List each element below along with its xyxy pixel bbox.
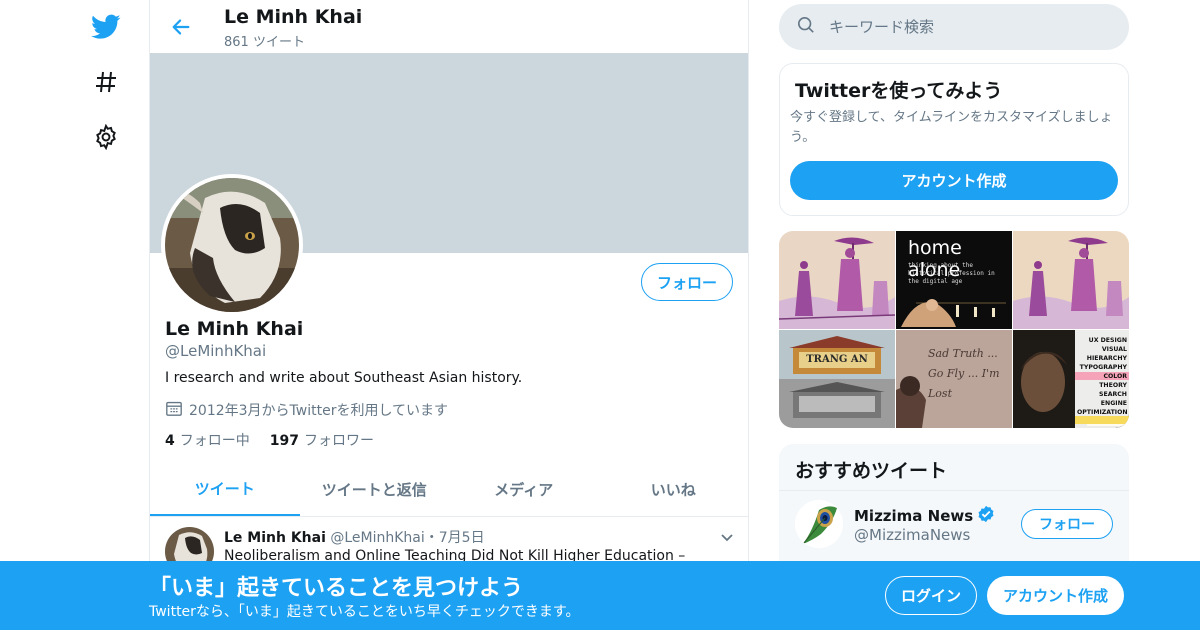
followers-count: 197: [269, 433, 299, 449]
recommended-account-name[interactable]: Mizzima News: [854, 505, 995, 527]
ux-line: OPTIMIZATION: [1077, 409, 1128, 416]
signup-button[interactable]: アカウント作成: [987, 576, 1124, 615]
following-stat[interactable]: 4 フォロー中: [165, 430, 250, 450]
create-account-button[interactable]: アカウント作成: [790, 161, 1118, 200]
ux-line: COLOR: [1103, 373, 1127, 380]
header-profile-name: Le Minh Khai: [224, 6, 363, 28]
recommended-follow-button[interactable]: フォロー: [1021, 509, 1113, 539]
follow-button[interactable]: フォロー: [641, 263, 733, 301]
profile-handle: @LeMinhKhai: [165, 342, 267, 360]
media-tile-illustration-2[interactable]: [1013, 231, 1129, 329]
search-icon: [797, 16, 815, 38]
search-box[interactable]: [779, 4, 1129, 50]
sand-writing-text: Sad Truth ... Go Fly ... I'm Lost: [928, 347, 1000, 400]
profile-joined: 2012年3月からTwitterを利用しています: [165, 399, 448, 421]
ux-line: VISUAL: [1101, 346, 1127, 353]
tweet-author-name[interactable]: Le Minh Khai: [224, 530, 326, 546]
verified-badge-icon: [977, 505, 995, 527]
media-tile-ux-design[interactable]: UX DESIGN VISUAL HIERARCHY TYPOGRAPHY CO…: [1013, 330, 1129, 428]
left-nav: [0, 0, 150, 630]
bottom-bar-title: 「いま」起きていることを見つけよう: [149, 576, 524, 601]
bottom-signup-bar: 「いま」起きていることを見つけよう Twitterなら、「いま」起きていることを…: [0, 561, 1200, 630]
ux-line: THEORY: [1099, 382, 1127, 389]
profile-stats: 4 フォロー中 197 フォロワー: [165, 430, 374, 450]
tab-media[interactable]: メディア: [449, 462, 599, 516]
ux-line: UX DESIGN: [1088, 337, 1127, 344]
profile-header-bar: Le Minh Khai 861 ツイート: [150, 0, 748, 53]
login-button[interactable]: ログイン: [885, 576, 977, 615]
gear-icon[interactable]: [86, 117, 126, 157]
profile-name: Le Minh Khai: [165, 318, 304, 340]
media-tile-illustration-1[interactable]: [779, 231, 895, 329]
media-tile-sand-writing[interactable]: Sad Truth ... Go Fly ... I'm Lost: [896, 330, 1012, 428]
following-count: 4: [165, 433, 175, 449]
media-grid: home alone thinking about the historical…: [779, 231, 1129, 428]
promo-text: 今すぐ登録して、タイムラインをカスタマイズしましょう。: [790, 110, 1113, 145]
ux-line: TYPOGRAPHY: [1079, 364, 1127, 371]
calendar-icon: [165, 399, 183, 421]
twitter-bird-icon[interactable]: [86, 7, 126, 47]
following-label: フォロー中: [179, 433, 250, 449]
tab-likes[interactable]: いいね: [599, 462, 749, 516]
promo-title: Twitterを使ってみよう: [795, 80, 1003, 102]
tweet-date[interactable]: 7月5日: [439, 530, 485, 546]
tab-tweets[interactable]: ツイート: [150, 462, 300, 516]
search-input[interactable]: [829, 18, 1109, 36]
mizzima-avatar[interactable]: [795, 500, 843, 548]
tweet-author-handle: @LeMinhKhai: [330, 530, 425, 546]
media-tile-trang-an[interactable]: TRANG AN: [779, 330, 895, 428]
header-tweet-count: 861 ツイート: [224, 35, 305, 50]
recommended-name-text: Mizzima News: [854, 507, 974, 525]
divider: [779, 490, 1129, 491]
followers-stat[interactable]: 197 フォロワー: [270, 430, 374, 450]
chevron-down-icon[interactable]: [716, 526, 738, 548]
ux-line: HIERARCHY: [1086, 355, 1127, 362]
media-tile-home-alone[interactable]: home alone thinking about the historical…: [896, 231, 1012, 329]
profile-avatar[interactable]: [161, 174, 303, 316]
recommended-title: おすすめツイート: [795, 460, 948, 482]
recommended-account-handle: @MizzimaNews: [854, 526, 971, 544]
hashtag-icon[interactable]: [86, 62, 126, 102]
followers-label: フォロワー: [303, 433, 374, 449]
ux-line: ENGINE: [1100, 400, 1127, 407]
profile-tabs: ツイート ツイートと返信 メディア いいね: [150, 462, 748, 517]
ux-line: SEARCH: [1099, 391, 1127, 398]
back-arrow-icon[interactable]: [166, 12, 196, 42]
joined-date-text: 2012年3月からTwitterを利用しています: [189, 403, 449, 419]
tweet-separator: ・: [424, 530, 439, 546]
trang-an-label: TRANG AN: [806, 354, 868, 365]
signup-promo-card: Twitterを使ってみよう 今すぐ登録して、タイムラインをカスタマイズしましょ…: [779, 63, 1129, 216]
tab-tweets-and-replies[interactable]: ツイートと返信: [300, 462, 450, 516]
profile-column: Le Minh Khai 861 ツイート フォロー Le Minh Khai …: [149, 0, 749, 630]
tweet-header: Le Minh Khai @LeMinhKhai・7月5日: [224, 527, 485, 547]
profile-bio: I research and write about Southeast Asi…: [165, 370, 523, 386]
bottom-bar-subtitle: Twitterなら、「いま」起きていることをいち早くチェックできます。: [149, 604, 580, 620]
ux-topics-list: UX DESIGN VISUAL HIERARCHY TYPOGRAPHY CO…: [1077, 336, 1128, 417]
